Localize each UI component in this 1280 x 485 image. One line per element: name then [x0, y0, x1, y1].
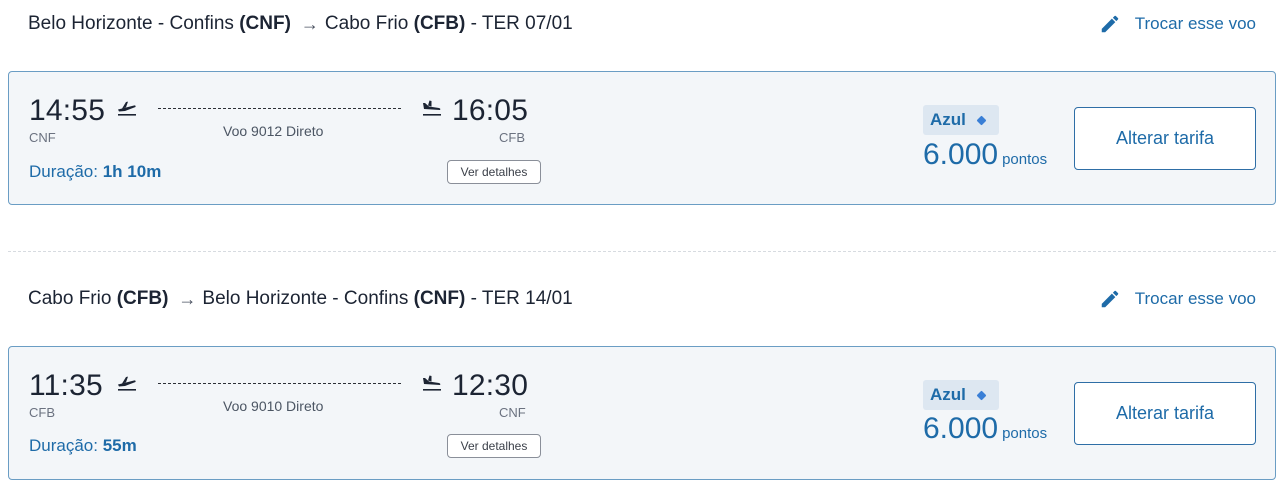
duration: Duração: 1h 10m [29, 162, 161, 182]
route-arrow-icon: → [300, 13, 319, 34]
destination-city: Belo Horizonte - Confins [202, 288, 409, 309]
origin-code: (CNF) [239, 13, 291, 34]
plane-takeoff-icon [118, 101, 136, 116]
leg-divider [8, 251, 1276, 252]
departure-code: CNF [29, 130, 56, 145]
flight-info: Voo 9012 Direto [223, 123, 324, 139]
diamond-icon [976, 115, 987, 125]
change-fare-button[interactable]: Alterar tarifa [1074, 382, 1256, 445]
origin-code: (CFB) [116, 288, 169, 309]
fare-points: 6.000 pontos [923, 138, 1047, 172]
duration-label: Duração: [29, 162, 98, 181]
leg-header: Belo Horizonte - Confins (CNF) → Cabo Fr… [28, 9, 1256, 39]
pencil-icon [1101, 15, 1119, 33]
arrival-time: 12:30 [452, 369, 529, 402]
view-details-button[interactable]: Ver detalhes [447, 160, 541, 184]
change-flight-link[interactable]: Trocar esse voo [1099, 288, 1256, 310]
arrival-code: CFB [499, 130, 525, 145]
destination-code: (CFB) [413, 13, 466, 34]
plane-landing-icon [423, 100, 441, 116]
plane-takeoff-icon [118, 376, 136, 391]
departure-time: 14:55 [29, 94, 106, 127]
duration-value: 1h 10m [102, 162, 162, 181]
origin-city: Cabo Frio [28, 288, 112, 309]
destination-code: (CNF) [413, 288, 466, 309]
route-arrow-icon: → [178, 288, 197, 309]
flight-info: Voo 9010 Direto [223, 398, 324, 414]
change-fare-button[interactable]: Alterar tarifa [1074, 107, 1256, 170]
leg-header: Cabo Frio (CFB) → Belo Horizonte - Confi… [28, 284, 1256, 314]
duration-label: Duração: [29, 436, 98, 455]
origin-city: Belo Horizonte - Confins [28, 13, 234, 34]
flight-date: - TER 14/01 [470, 288, 573, 309]
points-value: 6.000 [923, 412, 999, 445]
points-unit: pontos [1002, 425, 1048, 442]
change-flight-label: Trocar esse voo [1134, 14, 1256, 33]
departure-time: 11:35 [29, 369, 103, 402]
flight-card: 11:35 CFB Voo 9010 Direto 12:30 CNF Dura… [8, 346, 1276, 480]
diamond-icon [976, 390, 987, 400]
route-title: Belo Horizonte - Confins (CNF) → Cabo Fr… [28, 13, 573, 35]
duration-value: 55m [102, 436, 137, 455]
change-flight-link[interactable]: Trocar esse voo [1099, 13, 1256, 35]
points-value: 6.000 [923, 138, 999, 171]
route-line [158, 108, 401, 109]
fare-name: Azul [930, 110, 966, 129]
arrival-code: CNF [499, 405, 526, 420]
change-flight-label: Trocar esse voo [1134, 289, 1256, 308]
departure-code: CFB [29, 405, 55, 420]
fare-name: Azul [930, 385, 966, 404]
pencil-icon [1101, 290, 1119, 308]
view-details-button[interactable]: Ver detalhes [447, 434, 541, 458]
route-line [158, 383, 401, 384]
duration: Duração: 55m [29, 436, 137, 456]
points-unit: pontos [1002, 151, 1048, 168]
route-title: Cabo Frio (CFB) → Belo Horizonte - Confi… [28, 288, 573, 310]
destination-city: Cabo Frio [324, 13, 409, 34]
plane-landing-icon [423, 375, 441, 391]
arrival-time: 16:05 [452, 94, 529, 127]
fare-badge: Azul [923, 380, 999, 410]
flight-date: - TER 07/01 [470, 13, 573, 34]
fare-badge: Azul [923, 105, 999, 135]
flight-card: 14:55 CNF Voo 9012 Direto 16:05 CFB Dura… [8, 71, 1276, 205]
fare-points: 6.000 pontos [923, 412, 1047, 446]
